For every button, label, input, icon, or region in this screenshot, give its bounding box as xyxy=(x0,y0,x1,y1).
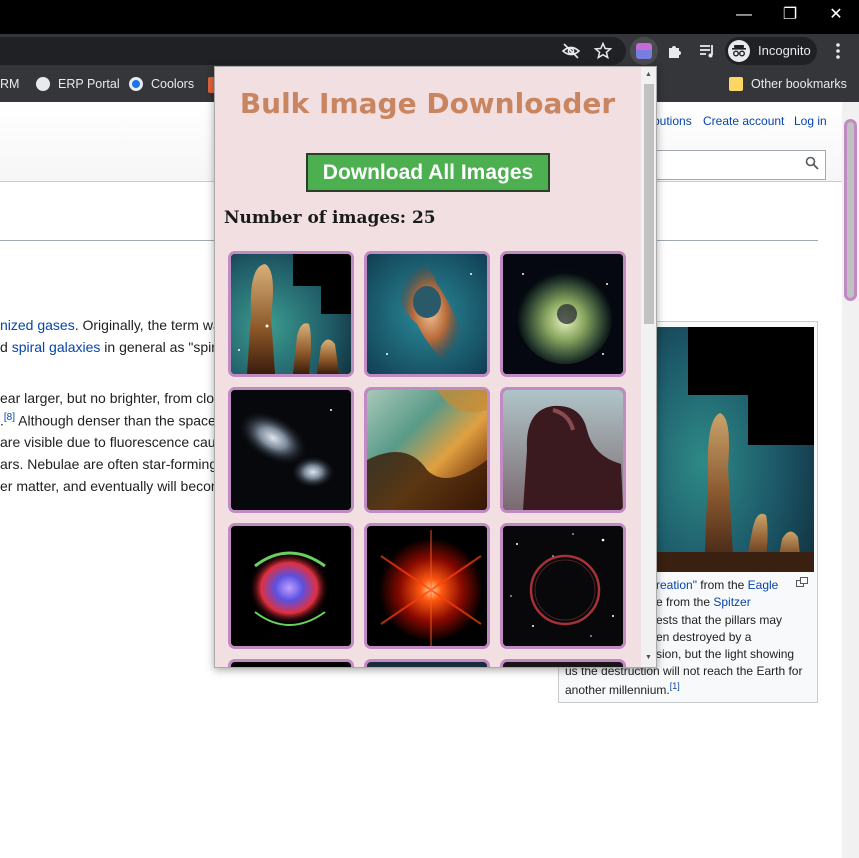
other-bookmarks[interactable]: Other bookmarks xyxy=(729,68,847,102)
folder-icon xyxy=(729,77,743,91)
paragraph-line: d spiral galaxies in general as "spira xyxy=(0,339,224,355)
page-scrollbar[interactable] xyxy=(842,102,859,858)
kebab-menu-icon[interactable] xyxy=(828,41,848,61)
search-icon[interactable] xyxy=(805,156,819,173)
create-account-link[interactable]: Create account xyxy=(703,114,784,128)
image-thumbnail-carina-nebula[interactable] xyxy=(364,251,490,377)
bookmark-label: Coolors xyxy=(151,77,195,91)
coolors-icon xyxy=(129,77,143,91)
image-thumbnail[interactable] xyxy=(364,659,490,667)
popup-scrollbar-thumb[interactable] xyxy=(644,84,654,324)
caption-line: e from the Spitzer xyxy=(656,595,751,609)
image-thumbnail[interactable] xyxy=(500,659,626,667)
extensions-puzzle-icon[interactable] xyxy=(665,41,685,61)
paragraph-line: are visible due to fluorescence caus xyxy=(0,434,223,450)
image-thumbnail-pillars-of-creation[interactable] xyxy=(228,251,354,377)
scroll-down-arrow-icon[interactable]: ▼ xyxy=(645,654,652,661)
ionized-gases-link[interactable]: nized gases xyxy=(0,317,75,333)
paragraph-line: ars. Nebulae are often star-forming xyxy=(0,456,218,472)
contributions-link[interactable]: butions xyxy=(653,114,692,128)
extension-popup: Bulk Image Downloader Download All Image… xyxy=(214,66,657,668)
restore-icon[interactable]: ❐ xyxy=(767,0,813,30)
reference-link[interactable]: [8] xyxy=(4,412,15,423)
paragraph-line: .[8] Although denser than the space xyxy=(0,412,216,429)
spiral-galaxies-link[interactable]: spiral galaxies xyxy=(12,339,101,355)
media-control-icon[interactable] xyxy=(697,41,717,61)
bookmark-label: ERP Portal xyxy=(58,77,120,91)
star-icon[interactable] xyxy=(593,41,613,61)
minimize-icon[interactable]: — xyxy=(721,0,767,30)
bookmark-coolors[interactable]: Coolors xyxy=(129,68,194,102)
caption-line: another millennium.[1] xyxy=(565,681,680,697)
paragraph-line: ear larger, but no brighter, from clo xyxy=(0,390,214,406)
image-thumbnail-red-rectangle-nebula[interactable] xyxy=(364,523,490,649)
bulk-image-downloader-extension-icon[interactable] xyxy=(630,37,658,65)
image-thumbnail[interactable] xyxy=(228,659,354,667)
image-count-label: Number of images: xyxy=(224,208,412,228)
scroll-up-arrow-icon[interactable]: ▲ xyxy=(645,71,652,78)
enlarge-icon[interactable] xyxy=(796,577,808,590)
caption-line: en destroyed by a xyxy=(656,630,752,644)
bookmark-rm[interactable]: RM xyxy=(0,68,19,102)
eagle-nebula-link[interactable]: Eagle xyxy=(748,578,779,592)
other-bookmarks-label: Other bookmarks xyxy=(751,77,847,91)
caption-text: another millennium. xyxy=(565,683,670,697)
image-thumbnail-tarantula-nebula[interactable] xyxy=(500,251,626,377)
download-all-images-button[interactable]: Download All Images xyxy=(306,153,550,192)
image-count-value: 25 xyxy=(411,208,436,228)
paragraph-text: in general as "spira xyxy=(100,339,224,355)
image-thumbnail-cats-eye-nebula[interactable] xyxy=(228,523,354,649)
globe-icon xyxy=(36,77,50,91)
image-count: Number of images: 25 xyxy=(224,208,436,228)
paragraph-text: Although denser than the space xyxy=(15,412,216,429)
caption-line: ests that the pillars may xyxy=(656,613,783,627)
bookmark-erp-portal[interactable]: ERP Portal xyxy=(36,68,120,102)
image-thumbnail-galaxy-pair[interactable] xyxy=(228,387,354,513)
paragraph-text: . Originally, the term wa xyxy=(74,317,221,333)
popup-title: Bulk Image Downloader xyxy=(239,87,616,120)
popup-scrollbar[interactable]: ▲ ▼ xyxy=(641,67,656,667)
spitzer-link[interactable]: Spitzer xyxy=(713,595,750,609)
incognito-icon xyxy=(728,40,750,62)
close-icon[interactable]: ✕ xyxy=(813,0,859,30)
paragraph-line: nized gases. Originally, the term wa xyxy=(0,317,221,333)
caption-text: from the xyxy=(696,578,748,592)
page-scrollbar-thumb[interactable] xyxy=(844,119,857,301)
caption-line: sion, but the light showing xyxy=(656,647,795,661)
paragraph-line: er matter, and eventually will becor xyxy=(0,478,216,494)
incognito-profile-button[interactable]: Incognito xyxy=(725,37,817,65)
window-titlebar: — ❐ ✕ xyxy=(0,0,859,34)
paragraph-text: d xyxy=(0,339,12,355)
pillars-of-creation-link[interactable]: reation" xyxy=(656,578,697,592)
caption-text: e from the xyxy=(656,595,714,609)
bookmark-label: RM xyxy=(0,77,20,91)
image-thumbnail-eagle-nebula-closeup[interactable] xyxy=(364,387,490,513)
address-bar[interactable] xyxy=(0,37,626,65)
incognito-label: Incognito xyxy=(758,43,811,58)
image-thumbnail-horsehead-nebula[interactable] xyxy=(500,387,626,513)
log-in-link[interactable]: Log in xyxy=(794,114,827,128)
pillars-of-creation-image[interactable] xyxy=(656,327,814,572)
wiki-search-input[interactable] xyxy=(640,150,826,180)
image-thumbnail-supernova-remnant-shell[interactable] xyxy=(500,523,626,649)
browser-toolbar: Incognito xyxy=(0,34,859,68)
reference-link[interactable]: [1] xyxy=(670,681,680,691)
caption-line: reation" from the Eagle xyxy=(656,578,778,592)
eye-off-icon[interactable] xyxy=(561,41,581,61)
